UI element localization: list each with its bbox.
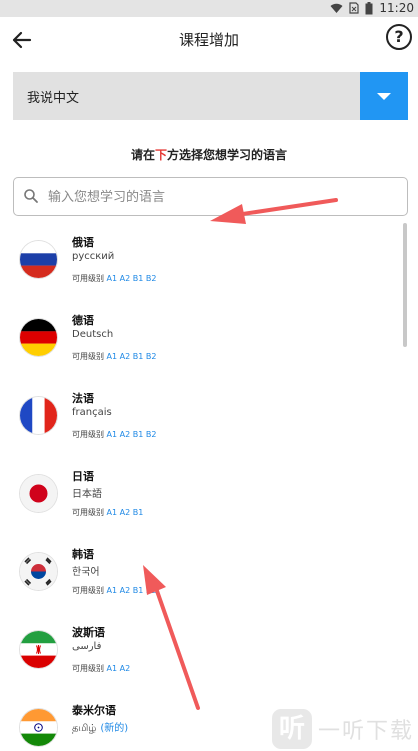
iran-flag-icon (20, 631, 57, 668)
language-item-persian[interactable]: 波斯语 فارسی 可用级别 A1 A2 (0, 613, 405, 690)
battery-icon (365, 1, 373, 14)
language-name: 法语 (72, 392, 94, 405)
language-native-name: français (72, 407, 112, 418)
levels-label: 可用级别 (72, 352, 104, 361)
chevron-down-icon (377, 93, 391, 100)
france-flag-icon (20, 397, 57, 434)
language-item-japanese[interactable]: 日语 日本語 可用级别 A1 A2 B1 (0, 457, 405, 534)
japan-flag-icon (20, 475, 57, 512)
no-sim-icon (349, 2, 360, 14)
india-flag-icon (20, 709, 57, 746)
levels-label: 可用级别 (72, 274, 104, 283)
scrollbar[interactable] (403, 223, 407, 347)
available-levels: 可用级别 A1 A2 B1 B2 (72, 429, 156, 440)
levels-value: A1 A2 B1 B2 (106, 430, 157, 439)
levels-label: 可用级别 (72, 664, 104, 673)
language-native-name: 日本語 (72, 489, 102, 500)
watermark-text: 一听下载 (317, 719, 414, 744)
available-levels: 可用级别 A1 A2 B1 (72, 507, 143, 518)
levels-label: 可用级别 (72, 430, 104, 439)
language-native-name: Deutsch (72, 329, 114, 340)
levels-value: A1 A2 B1 B2 (106, 274, 157, 283)
app-bar: 课程增加 ? (0, 17, 418, 63)
levels-value: A1 A2 (106, 664, 131, 673)
russia-flag-icon (20, 241, 57, 278)
instruction-before: 请在 (130, 148, 155, 162)
instruction-highlight: 下 (154, 148, 167, 162)
search-input[interactable] (48, 186, 388, 208)
language-native-name: فارسی (72, 641, 102, 652)
language-name: 泰米尔语 (72, 704, 116, 717)
germany-flag-icon (20, 319, 57, 356)
language-list[interactable]: 俄语 русский 可用级别 A1 A2 B1 B2 德语 Deutsch 可… (0, 223, 418, 751)
instruction-text: 请在下方选择您想学习的语言 (0, 146, 418, 163)
language-name: 俄语 (72, 236, 94, 249)
dropdown-button[interactable] (360, 72, 408, 120)
language-name: 波斯语 (72, 626, 105, 639)
language-native-name: русский (72, 251, 115, 262)
native-language-dropdown[interactable]: 我说中文 (13, 72, 408, 120)
levels-label: 可用级别 (72, 508, 104, 517)
language-name: 韩语 (72, 548, 94, 561)
native-language-value: 我说中文 (27, 91, 80, 106)
language-item-german[interactable]: 德语 Deutsch 可用级别 A1 A2 B1 B2 (0, 301, 405, 378)
help-icon[interactable]: ? (386, 24, 412, 50)
native-text: தமிழ் (72, 723, 97, 734)
page-title: 课程增加 (178, 31, 239, 49)
search-icon (24, 189, 38, 203)
watermark-logo: 听 (271, 709, 312, 749)
language-name: 日语 (72, 470, 94, 483)
available-levels: 可用级别 A1 A2 B1 B2 (72, 351, 156, 362)
wifi-icon (330, 3, 343, 13)
watermark: 听 一听下载 (271, 709, 414, 749)
status-bar: 11:20 (0, 0, 418, 17)
available-levels: 可用级别 A1 A2 (72, 663, 130, 674)
search-box[interactable] (13, 177, 408, 216)
language-name: 德语 (72, 314, 94, 327)
status-time: 11:20 (379, 1, 414, 15)
language-native-name: தமிழ் (新的) (72, 719, 128, 735)
language-item-russian[interactable]: 俄语 русский 可用级别 A1 A2 B1 B2 (0, 223, 405, 300)
status-icons: 11:20 (330, 1, 414, 15)
new-badge: (新的) (100, 723, 129, 734)
language-item-french[interactable]: 法语 français 可用级别 A1 A2 B1 B2 (0, 379, 405, 456)
available-levels: 可用级别 A1 A2 B1 B2 (72, 585, 156, 596)
levels-value: A1 A2 B1 B2 (106, 352, 157, 361)
language-item-korean[interactable]: 韩语 한국어 可用级别 A1 A2 B1 B2 (0, 535, 405, 612)
available-levels: 可用级别 A1 A2 B1 B2 (72, 273, 156, 284)
levels-value: A1 A2 B1 (106, 508, 144, 517)
levels-label: 可用级别 (72, 586, 104, 595)
instruction-after: 方选择您想学习的语言 (167, 148, 288, 162)
levels-value: A1 A2 B1 B2 (106, 586, 157, 595)
language-native-name: 한국어 (72, 567, 100, 578)
korea-flag-icon (20, 553, 57, 590)
